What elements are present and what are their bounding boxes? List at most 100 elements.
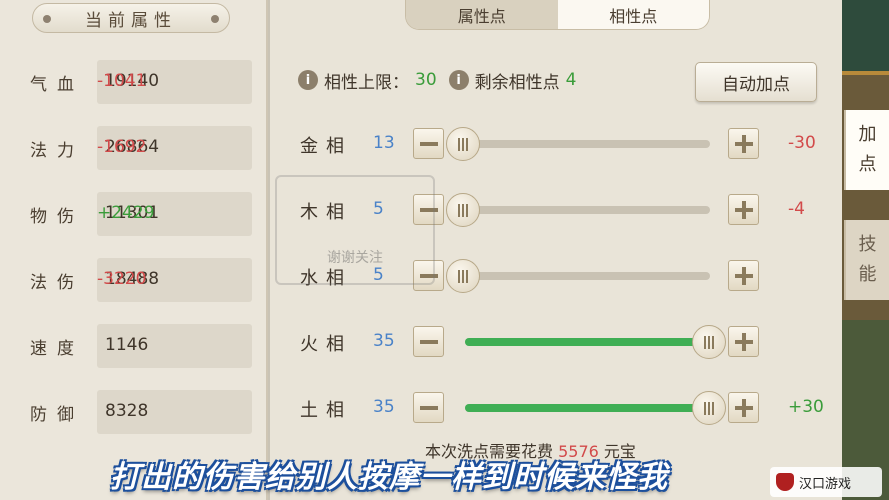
stat-delta: -1041 xyxy=(97,71,147,91)
increase-button[interactable] xyxy=(728,194,759,225)
decrease-button[interactable] xyxy=(413,260,444,291)
stat-value-box: 26864 -1692 xyxy=(97,126,252,170)
stat-name: 法伤 xyxy=(30,273,84,293)
tab-attribute-points[interactable]: 属性点 xyxy=(406,0,558,29)
stat-row: 防御 8328 xyxy=(0,390,268,434)
stat-row: 法力 26864 -1692 xyxy=(0,126,268,170)
stat-value: 1146 xyxy=(105,335,149,355)
affinity-name: 木相 xyxy=(300,202,352,223)
affinity-delta: -4 xyxy=(788,199,805,219)
plus-icon xyxy=(734,332,753,351)
affinity-slider-thumb[interactable] xyxy=(692,325,726,359)
side-decoration xyxy=(842,0,889,75)
current-attributes-panel: 当前属性 气血 19140 -1041 法力 26864 -1692 物伤 11301 +242… xyxy=(0,0,268,500)
affinity-value: 5 xyxy=(373,265,384,285)
affinity-slider-track[interactable] xyxy=(465,272,710,280)
decrease-button[interactable] xyxy=(413,326,444,357)
stat-delta: -1692 xyxy=(97,137,147,157)
affinity-slider-track[interactable] xyxy=(465,140,710,148)
remaining-points-label: 剩余相性点 xyxy=(474,72,560,93)
affinity-value: 13 xyxy=(373,133,395,153)
decrease-button[interactable] xyxy=(413,128,444,159)
plus-icon xyxy=(734,134,753,153)
minus-icon xyxy=(419,273,438,278)
stat-row: 气血 19140 -1041 xyxy=(0,60,268,104)
stat-name: 防御 xyxy=(30,405,84,425)
minus-icon xyxy=(419,339,438,344)
plus-icon xyxy=(734,398,753,417)
affinity-row: 水相 5 xyxy=(270,256,842,296)
brand-logo-icon xyxy=(776,473,794,491)
stat-value-box: 8328 xyxy=(97,390,252,434)
affinity-slider-track[interactable] xyxy=(465,404,710,412)
minus-icon xyxy=(419,405,438,410)
affinity-name: 火相 xyxy=(300,334,352,355)
affinity-row: 木相 5 -4 xyxy=(270,190,842,230)
affinity-limit-label: 相性上限： xyxy=(324,72,409,93)
affinity-slider-thumb[interactable] xyxy=(446,127,480,161)
auto-allocate-button[interactable]: 自动加点 xyxy=(695,62,817,102)
stat-name: 速度 xyxy=(30,339,84,359)
title-ornament-right-icon xyxy=(211,15,219,23)
stat-row: 物伤 11301 +2429 xyxy=(0,192,268,236)
affinity-value: 5 xyxy=(373,199,384,219)
affinity-name: 水相 xyxy=(300,268,352,289)
increase-button[interactable] xyxy=(728,326,759,357)
plus-icon xyxy=(734,266,753,285)
game-screen: 当前属性 气血 19140 -1041 法力 26864 -1692 物伤 11301 +242… xyxy=(0,0,889,500)
stat-value-box: 11301 +2429 xyxy=(97,192,252,236)
affinity-limit-value: 30 xyxy=(415,70,437,90)
increase-button[interactable] xyxy=(728,128,759,159)
stat-value: 8328 xyxy=(105,401,149,421)
affinity-slider-thumb[interactable] xyxy=(446,259,480,293)
affinity-delta: -30 xyxy=(788,133,816,153)
side-tab-skills[interactable]: 技 能 xyxy=(844,220,889,300)
stat-delta: -3220 xyxy=(97,269,147,289)
affinity-value: 35 xyxy=(373,331,395,351)
affinity-slider-fill xyxy=(465,404,710,412)
affinity-info-row: i 相性上限： 30 i 剩余相性点 4 xyxy=(298,66,576,94)
brand-text: 汉口游戏 xyxy=(799,476,852,492)
affinity-name: 土相 xyxy=(300,400,352,421)
stat-value-box: 1146 xyxy=(97,324,252,368)
increase-button[interactable] xyxy=(728,392,759,423)
affinity-row: 火相 35 xyxy=(270,322,842,362)
panel-title: 当前属性 xyxy=(32,3,230,33)
stat-name: 气血 xyxy=(30,75,84,95)
affinity-slider-track[interactable] xyxy=(465,206,710,214)
minus-icon xyxy=(419,141,438,146)
info-icon[interactable]: i xyxy=(448,70,469,90)
tab-bar: 属性点 相性点 xyxy=(405,0,710,30)
minus-icon xyxy=(419,207,438,212)
title-ornament-left-icon xyxy=(43,15,51,23)
decrease-button[interactable] xyxy=(413,194,444,225)
stat-name: 物伤 xyxy=(30,207,84,227)
affinity-slider-fill xyxy=(465,338,710,346)
affinity-delta: +30 xyxy=(788,397,824,417)
affinity-row: 土相 35 +30 xyxy=(270,388,842,428)
tab-affinity-points[interactable]: 相性点 xyxy=(557,0,709,29)
affinity-panel: 属性点 相性点 i 相性上限： 30 i 剩余相性点 4 自动加点 金相 13 -3… xyxy=(270,0,842,500)
stat-row: 法伤 18488 -3220 xyxy=(0,258,268,302)
stat-delta: +2429 xyxy=(97,203,155,223)
affinity-row: 金相 13 -30 xyxy=(270,124,842,164)
side-strip: 加 点 技 能 xyxy=(842,0,889,500)
side-tab-add-points[interactable]: 加 点 xyxy=(844,110,889,190)
affinity-value: 35 xyxy=(373,397,395,417)
stat-row: 速度 1146 xyxy=(0,324,268,368)
stat-name: 法力 xyxy=(30,141,84,161)
affinity-name: 金相 xyxy=(300,136,352,157)
decrease-button[interactable] xyxy=(413,392,444,423)
info-icon[interactable]: i xyxy=(298,70,318,90)
video-subtitle: 打出的伤害给别人按摩一样到时候来怪我 xyxy=(110,460,668,495)
panel-title-text: 当前属性 xyxy=(85,10,177,31)
stat-value-box: 19140 -1041 xyxy=(97,60,252,104)
increase-button[interactable] xyxy=(728,260,759,291)
brand-watermark: 汉口游戏 xyxy=(770,467,882,497)
affinity-slider-thumb[interactable] xyxy=(692,391,726,425)
stat-value-box: 18488 -3220 xyxy=(97,258,252,302)
affinity-slider-track[interactable] xyxy=(465,338,710,346)
affinity-slider-thumb[interactable] xyxy=(446,193,480,227)
remaining-points-value: 4 xyxy=(565,70,577,90)
plus-icon xyxy=(734,200,753,219)
